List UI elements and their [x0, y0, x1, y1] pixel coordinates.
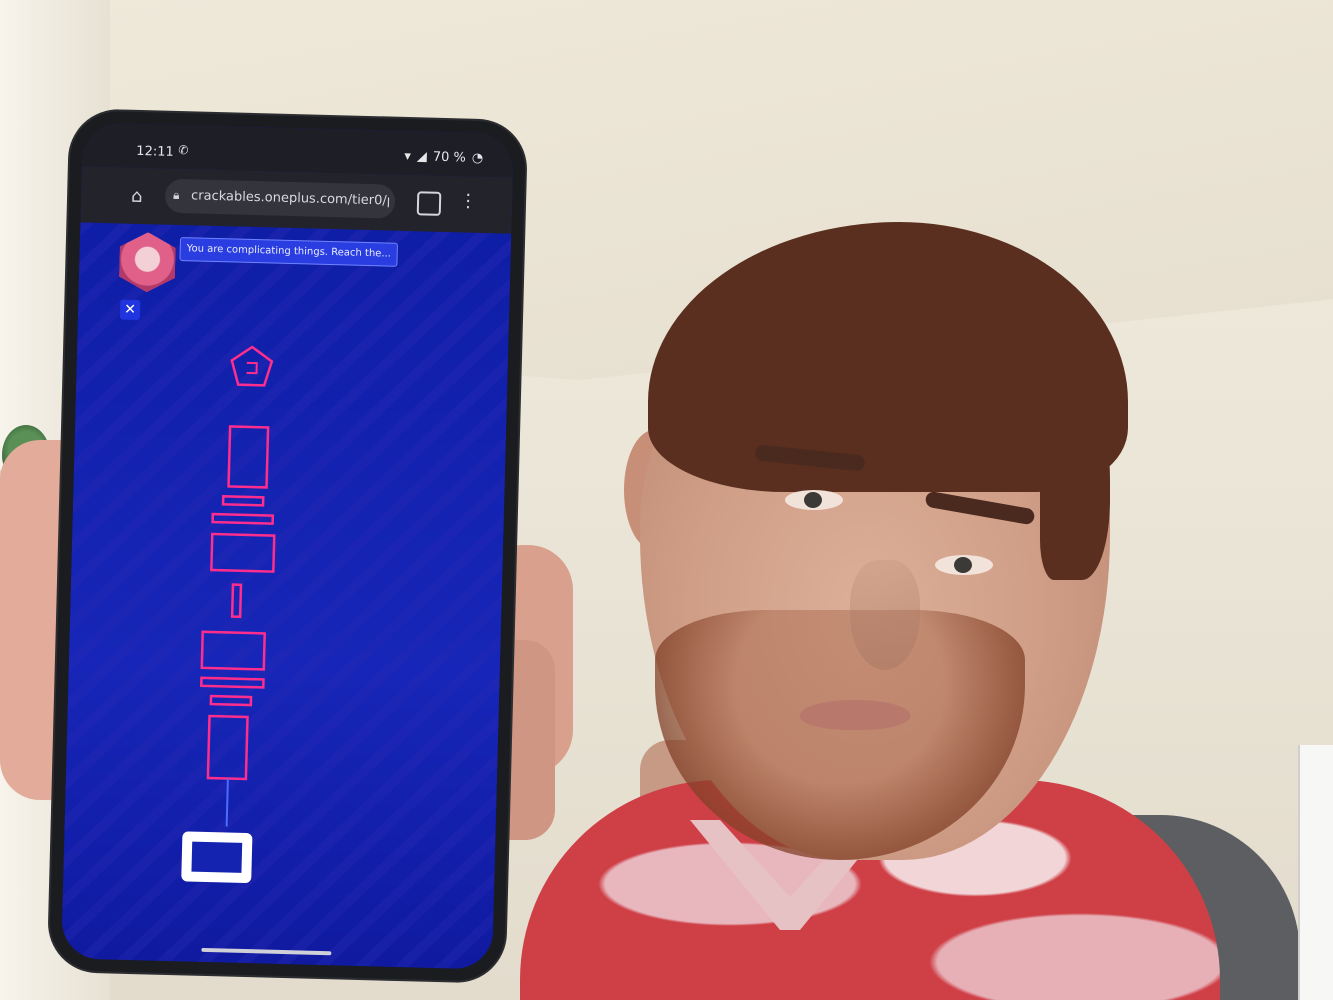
module-mid-upper: [210, 532, 276, 573]
battery-icon: ◔: [471, 150, 484, 166]
right-eye: [935, 555, 993, 575]
menu-icon[interactable]: ⋮: [459, 190, 478, 211]
status-icons: ▾ ◢ 70 % ◔: [404, 149, 483, 166]
home-icon[interactable]: ⌂: [131, 186, 143, 207]
phone-screen: 12:11 ✆ ▾ ◢ 70 % ◔ ⌂ 🔒︎ crackables.onepl…: [61, 122, 514, 970]
module-bottom: [206, 714, 249, 781]
mouth: [800, 700, 910, 730]
nose: [850, 560, 920, 670]
target-node: [181, 831, 253, 884]
hook-symbol: [246, 361, 258, 375]
close-icon[interactable]: ✕: [119, 299, 141, 321]
wifi-icon: ▾: [404, 148, 412, 165]
address-bar[interactable]: 🔒︎ crackables.oneplus.com/tier0/p: [164, 178, 396, 219]
game-page: You are complicating things. Reach the..…: [61, 222, 512, 970]
bar-1: [221, 495, 265, 507]
signal-icon: ◢: [416, 149, 428, 165]
module-top: [227, 425, 270, 489]
pentagon-node: [230, 345, 274, 387]
status-time: 12:11: [136, 143, 174, 160]
lock-icon: 🔒︎: [172, 187, 180, 203]
puzzle-diagram: [181, 345, 276, 884]
battery-text: 70 %: [432, 149, 467, 166]
bar-3: [200, 676, 265, 689]
signal-line: [225, 778, 229, 827]
left-eye: [785, 490, 843, 510]
whatsapp-icon: ✆: [178, 143, 189, 158]
module-mid-lower: [200, 630, 266, 671]
smartphone: 12:11 ✆ ▾ ◢ 70 % ◔ ⌂ 🔒︎ crackables.onepl…: [48, 110, 527, 982]
url-text: crackables.oneplus.com/tier0/p: [190, 188, 390, 209]
hair-side: [1040, 380, 1110, 580]
bar-4: [209, 694, 253, 707]
tabs-icon[interactable]: [416, 191, 442, 216]
whiteboard: [1298, 745, 1333, 1000]
connector: [230, 583, 243, 619]
photo-scene: 12:11 ✆ ▾ ◢ 70 % ◔ ⌂ 🔒︎ crackables.onepl…: [0, 0, 1333, 1000]
bar-2: [211, 512, 275, 525]
